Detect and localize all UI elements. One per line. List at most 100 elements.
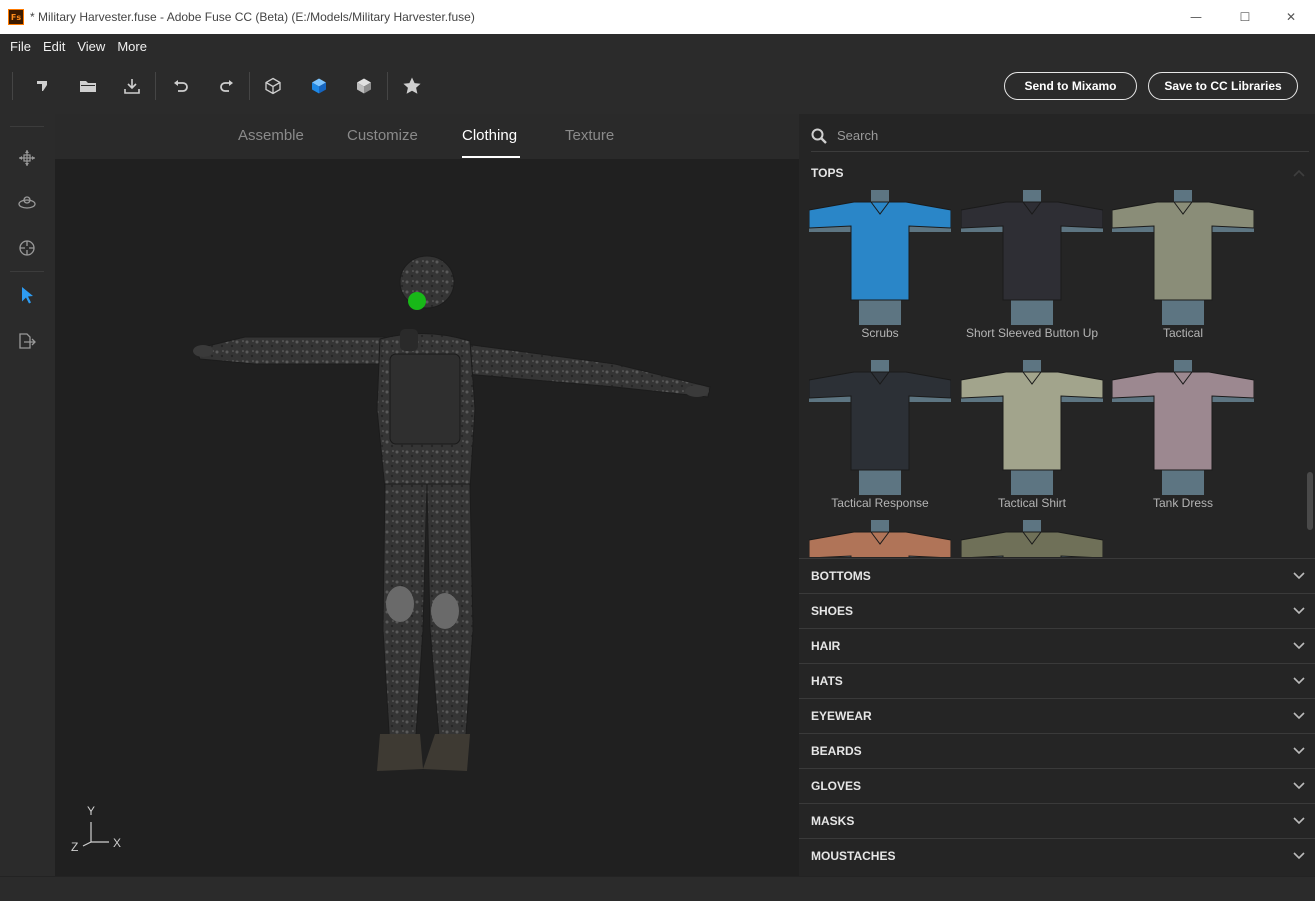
category-label: BEARDS	[811, 744, 862, 758]
clothing-item[interactable]	[809, 520, 951, 557]
search-icon	[811, 128, 827, 144]
category-label: MOUSTACHES	[811, 849, 896, 863]
category-header-gloves[interactable]: GLOVES	[799, 768, 1315, 803]
category-label: HATS	[811, 674, 843, 688]
axis-z-label: Z	[71, 840, 79, 854]
mode-tabs: Assemble Customize Clothing Texture	[55, 114, 799, 159]
focus-target-icon[interactable]	[15, 236, 39, 260]
category-header-tops[interactable]: TOPS	[799, 158, 1315, 188]
chevron-down-icon	[1293, 677, 1305, 685]
tab-customize[interactable]: Customize	[347, 127, 418, 144]
chevron-down-icon	[1293, 747, 1305, 755]
category-label: TOPS	[811, 166, 844, 180]
menu-edit[interactable]: Edit	[37, 39, 71, 54]
chevron-down-icon	[1293, 642, 1305, 650]
clothing-item[interactable]	[961, 520, 1103, 557]
clothing-item-label: Scrubs	[861, 326, 899, 340]
import-icon[interactable]	[120, 74, 144, 98]
category-label: HAIR	[811, 639, 841, 653]
tool-separator	[10, 126, 44, 127]
menu-view[interactable]: View	[71, 39, 111, 54]
category-label: EYEWEAR	[811, 709, 872, 723]
clothing-item[interactable]: Tactical	[1112, 190, 1254, 355]
clothing-item[interactable]: Short Sleeved Button Up	[961, 190, 1103, 355]
character-model[interactable]	[55, 159, 799, 876]
tab-clothing[interactable]: Clothing	[462, 127, 517, 144]
open-folder-icon[interactable]	[76, 74, 100, 98]
clothing-thumbnail	[809, 190, 951, 325]
clothing-item-label: Short Sleeved Button Up	[965, 326, 1099, 340]
category-header-shoes[interactable]: SHOES	[799, 593, 1315, 628]
solid-cube-icon[interactable]	[307, 74, 331, 98]
chevron-down-icon	[1293, 607, 1305, 615]
chevron-up-icon	[1293, 169, 1305, 177]
clothing-thumbnail	[1112, 360, 1254, 495]
3d-viewport[interactable]: Assemble Customize Clothing Texture Y X …	[55, 114, 799, 876]
chevron-down-icon	[1293, 712, 1305, 720]
tool-separator	[10, 271, 44, 272]
rotate-icon[interactable]	[15, 191, 39, 215]
chevron-down-icon	[1293, 572, 1305, 580]
chevron-down-icon	[1293, 782, 1305, 790]
save-to-cc-libraries-button[interactable]: Save to CC Libraries	[1148, 72, 1298, 100]
title-bar: Fs * Military Harvester.fuse - Adobe Fus…	[0, 0, 1315, 34]
menu-file[interactable]: File	[4, 39, 37, 54]
search-bar	[811, 120, 1309, 152]
clothing-item-label: Tactical Shirt	[997, 496, 1067, 510]
clothing-thumbnail	[809, 520, 951, 557]
clothing-item[interactable]: Scrubs	[809, 190, 951, 355]
chevron-down-icon	[1293, 852, 1305, 860]
toolbar-separator	[249, 72, 250, 100]
tab-assemble[interactable]: Assemble	[238, 127, 304, 144]
maximize-button[interactable]: ☐	[1222, 0, 1268, 34]
clothing-item-label: Tactical Response	[831, 496, 929, 510]
category-label: MASKS	[811, 814, 855, 828]
category-header-hair[interactable]: HAIR	[799, 628, 1315, 663]
app-logo: Fs	[8, 9, 24, 25]
category-label: BOTTOMS	[811, 569, 871, 583]
category-header-beards[interactable]: BEARDS	[799, 733, 1315, 768]
star-icon[interactable]	[400, 74, 424, 98]
close-button[interactable]: ✕	[1268, 0, 1314, 34]
status-bar	[0, 876, 1315, 901]
undo-icon[interactable]	[169, 74, 193, 98]
tab-texture[interactable]: Texture	[565, 127, 614, 144]
send-to-mixamo-button[interactable]: Send to Mixamo	[1004, 72, 1137, 100]
wireframe-cube-icon[interactable]	[261, 74, 285, 98]
clothing-item[interactable]: Tactical Response	[809, 360, 951, 525]
textured-cube-icon[interactable]	[352, 74, 376, 98]
left-tool-panel	[0, 114, 55, 876]
minimize-button[interactable]: —	[1173, 0, 1219, 34]
category-header-masks[interactable]: MASKS	[799, 803, 1315, 838]
clothing-thumbnail	[961, 520, 1103, 557]
clothing-item-label: Tank Dress	[1152, 496, 1214, 510]
category-label: SHOES	[811, 604, 854, 618]
clothing-item[interactable]: Tactical Shirt	[961, 360, 1103, 525]
search-input[interactable]	[837, 128, 1277, 143]
clothing-thumbnail	[809, 360, 951, 495]
window-title: * Military Harvester.fuse - Adobe Fuse C…	[30, 10, 475, 24]
tops-grid: Scrubs Short Sleeved Button Up Tactical …	[809, 190, 1269, 557]
move-icon[interactable]	[15, 146, 39, 170]
toolbar-separator	[12, 72, 13, 100]
toolbar: Send to Mixamo Save to CC Libraries	[0, 58, 1315, 114]
redo-icon[interactable]	[214, 74, 238, 98]
axis-gizmo: Y X Z	[69, 804, 129, 854]
chevron-down-icon	[1293, 817, 1305, 825]
active-tab-indicator	[462, 156, 520, 158]
category-label: GLOVES	[811, 779, 862, 793]
category-header-eyewear[interactable]: EYEWEAR	[799, 698, 1315, 733]
category-header-moustaches[interactable]: MOUSTACHES	[799, 838, 1315, 873]
category-header-bottoms[interactable]: BOTTOMS	[799, 558, 1315, 593]
category-header-hats[interactable]: HATS	[799, 663, 1315, 698]
new-file-icon[interactable]	[30, 74, 54, 98]
select-arrow-icon[interactable]	[15, 283, 39, 307]
clothing-item[interactable]: Tank Dress	[1112, 360, 1254, 525]
export-icon[interactable]	[15, 329, 39, 353]
toolbar-separator	[387, 72, 388, 100]
panel-scrollbar[interactable]	[1307, 472, 1313, 530]
clothing-item-label: Tactical	[1162, 326, 1203, 340]
axis-x-label: X	[113, 836, 122, 850]
menu-more[interactable]: More	[111, 39, 153, 54]
clothing-thumbnail	[1112, 190, 1254, 325]
